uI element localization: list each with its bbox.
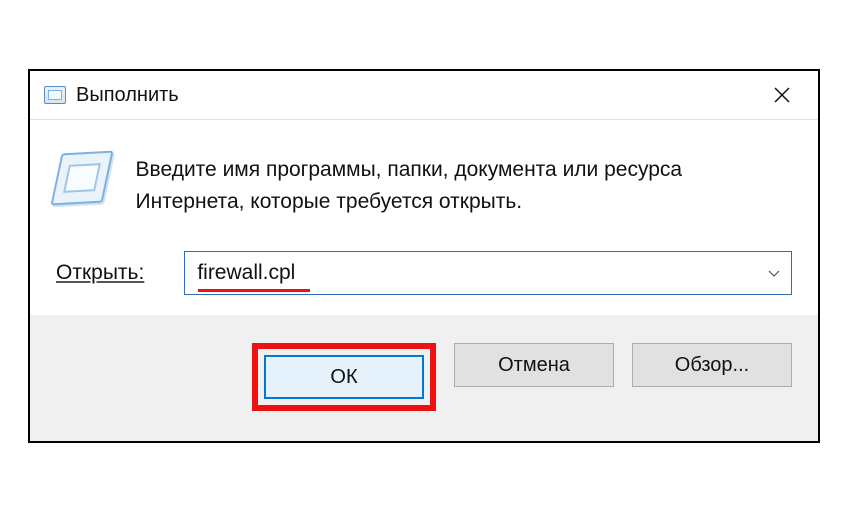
close-button[interactable] — [762, 81, 802, 109]
titlebar: Выполнить — [30, 71, 818, 120]
run-dialog: Выполнить Введите имя программы, папки, … — [28, 69, 820, 443]
open-combobox[interactable] — [184, 251, 792, 295]
ok-button[interactable]: ОК — [264, 355, 424, 399]
open-row: Открыть: — [56, 251, 792, 295]
dialog-footer: ОК Отмена Обзор... — [30, 315, 818, 441]
dialog-body: Введите имя программы, папки, документа … — [30, 120, 818, 315]
instruction-row: Введите имя программы, папки, документа … — [56, 148, 792, 217]
instruction-text: Введите имя программы, папки, документа … — [136, 148, 792, 217]
run-app-icon — [44, 86, 66, 104]
run-large-icon — [50, 151, 113, 206]
browse-button[interactable]: Обзор... — [632, 343, 792, 387]
title-text: Выполнить — [76, 84, 762, 107]
annotation-ok-highlight: ОК — [252, 343, 436, 411]
open-label: Открыть: — [56, 261, 144, 285]
annotation-input-underline — [198, 289, 310, 292]
cancel-button[interactable]: Отмена — [454, 343, 614, 387]
close-icon — [773, 86, 791, 104]
